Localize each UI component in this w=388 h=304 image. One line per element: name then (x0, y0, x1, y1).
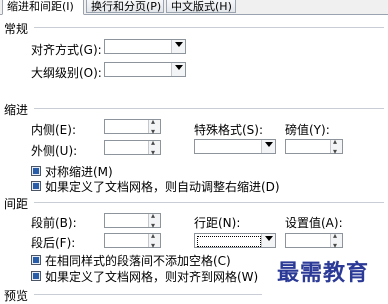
outline-level-label: 大纲级别(O): (31, 66, 102, 80)
tab-asian-typography[interactable]: 中文版式(H) (166, 0, 236, 13)
line-spacing-label: 行距(N): (194, 216, 241, 230)
no-space-same-style-label: 在相同样式的段落间不添加空格(C) (45, 254, 231, 268)
grid-auto-indent-checkbox[interactable] (31, 181, 41, 191)
tab-bar: 缩进和间距(I) 换行和分页(P) 中文版式(H) (0, 0, 388, 15)
space-before-spinner[interactable] (104, 211, 161, 230)
space-after-spin-icon[interactable] (148, 231, 160, 250)
spacing-at-spinner[interactable] (285, 231, 343, 250)
no-space-same-style-checkbox[interactable] (31, 255, 41, 265)
alignment-label: 对齐方式(G): (31, 43, 102, 57)
outside-indent-label: 外侧(U): (31, 144, 78, 158)
spacing-at-spin-icon[interactable] (330, 231, 342, 250)
line-spacing-chevron-down-icon[interactable] (261, 234, 275, 247)
spacing-divider (34, 202, 384, 203)
indent-section-title: 缩进 (4, 103, 29, 117)
line-spacing-focus-ring (197, 236, 261, 247)
special-format-label: 特殊格式(S): (194, 123, 264, 137)
outline-level-chevron-down-icon[interactable] (171, 63, 185, 76)
special-format-dropdown[interactable] (194, 139, 276, 154)
outline-level-dropdown[interactable] (104, 62, 186, 77)
space-after-label: 段后(F): (31, 236, 76, 250)
spacing-section-title: 间距 (4, 197, 29, 211)
alignment-chevron-down-icon[interactable] (171, 40, 185, 53)
snap-to-grid-label: 如果定义了文档网格，则对齐到网格(W) (45, 270, 259, 284)
general-section-title: 常规 (4, 22, 29, 36)
alignment-dropdown[interactable] (104, 39, 186, 54)
inside-indent-label: 内侧(E): (31, 123, 76, 137)
tab-indents-spacing[interactable]: 缩进和间距(I) (2, 0, 84, 15)
indent-by-spin-icon[interactable] (330, 137, 342, 156)
indent-by-spinner[interactable] (285, 137, 343, 156)
indent-divider (34, 108, 384, 109)
space-after-spinner[interactable] (104, 231, 161, 250)
inside-indent-spin-icon[interactable] (148, 117, 160, 136)
outside-indent-spin-icon[interactable] (148, 138, 160, 157)
outside-indent-spinner[interactable] (104, 138, 161, 157)
mirror-indents-checkbox[interactable] (31, 166, 41, 176)
indent-by-label: 磅值(Y): (285, 123, 330, 137)
space-before-label: 段前(B): (31, 216, 77, 230)
preview-divider (34, 294, 262, 295)
inside-indent-spinner[interactable] (104, 117, 161, 136)
line-spacing-dropdown[interactable] (194, 233, 276, 248)
special-format-chevron-down-icon[interactable] (261, 140, 275, 153)
watermark-text: 最需教育 (277, 260, 370, 286)
tab-line-page-breaks[interactable]: 换行和分页(P) (86, 0, 164, 13)
spacing-at-label: 设置值(A): (285, 216, 343, 230)
grid-auto-indent-label: 如果定义了文档网格，则自动调整右缩进(D) (45, 180, 280, 194)
general-divider (34, 27, 384, 28)
snap-to-grid-checkbox[interactable] (31, 271, 41, 281)
space-before-spin-icon[interactable] (148, 211, 160, 230)
preview-section-title: 预览 (4, 289, 29, 303)
